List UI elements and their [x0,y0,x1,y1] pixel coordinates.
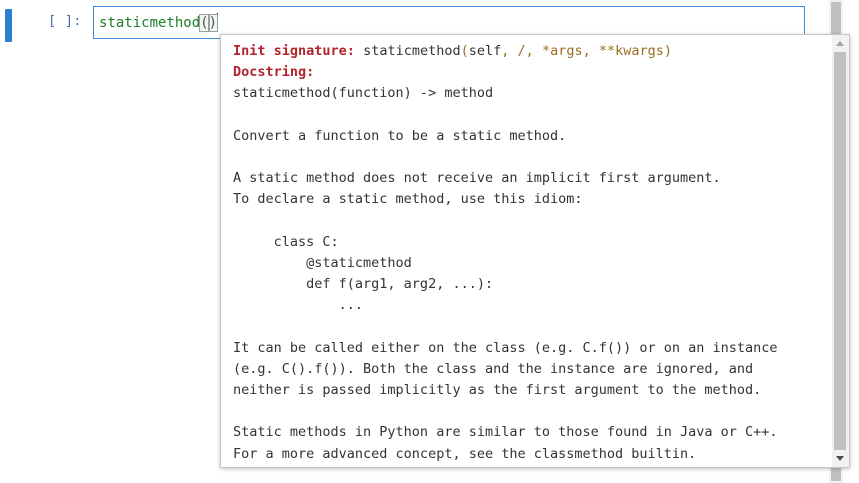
text-cursor [217,13,219,30]
docstring-line [233,401,833,422]
docstring-line: @staticmethod [233,254,412,271]
cell-prompt: [ ]: [48,13,82,29]
docstring-line: neither is passed implicitly as the firs… [233,382,762,398]
docstring-line [233,316,833,337]
code-function-name: staticmethod [99,15,201,31]
docstring-line: Static methods in Python are similar to … [233,424,778,441]
docstring-line [233,147,833,168]
docstring-line: It can be called either on the class (e.… [233,339,778,356]
init-signature-line: Init signature: staticmethod(self, /, *a… [233,41,833,62]
signature-comma: , [582,43,591,59]
docstring-line: class C: [233,233,339,250]
tooltip-content: Init signature: staticmethod(self, /, *a… [233,41,833,465]
docstring-line: For a more advanced concept, see the cla… [233,445,697,462]
docstring-line: Convert a function to be a static method… [233,127,567,144]
docstring-line: staticmethod(function) -> method [233,85,494,102]
scroll-down-arrow-icon[interactable] [836,456,844,461]
docstring-line: A static method does not receive an impl… [233,170,721,187]
docstring-line: To declare a static method, use this idi… [233,191,583,208]
signature-function: staticmethod [363,43,461,59]
scroll-up-arrow-icon[interactable] [836,41,844,46]
signature-open-paren: ( [460,43,469,59]
signature-param-self: self [468,43,502,59]
docstring-line: (e.g. C().f()). Both the class and the i… [233,360,754,377]
docstring-label-line: Docstring: [233,62,833,83]
signature-param-kwargs: **kwargs [590,43,664,59]
notebook-page: [ ]: staticmethod() Init signature: stat… [0,0,859,483]
code-open-paren: ( [199,14,210,32]
active-cell-marker [5,9,12,42]
tooltip-scrollbar[interactable] [832,35,849,467]
signature-slash: / [509,43,526,59]
tooltip-scrollbar-thumb[interactable] [834,52,846,450]
docstring-tooltip[interactable]: Init signature: staticmethod(self, /, *a… [220,34,850,468]
signature-param-args: *args [533,43,583,59]
signature-comma: , [525,43,534,59]
docstring-line [233,211,833,232]
code-line: staticmethod() [99,13,219,32]
signature-close-paren: ) [663,43,673,59]
docstring-line [233,105,833,126]
docstring-label: Docstring: [233,64,315,81]
init-signature-label: Init signature: [233,43,355,59]
docstring-line: ... [233,297,364,314]
docstring-line: def f(arg1, arg2, ...): [233,276,494,293]
code-close-paren: ) [207,14,219,32]
